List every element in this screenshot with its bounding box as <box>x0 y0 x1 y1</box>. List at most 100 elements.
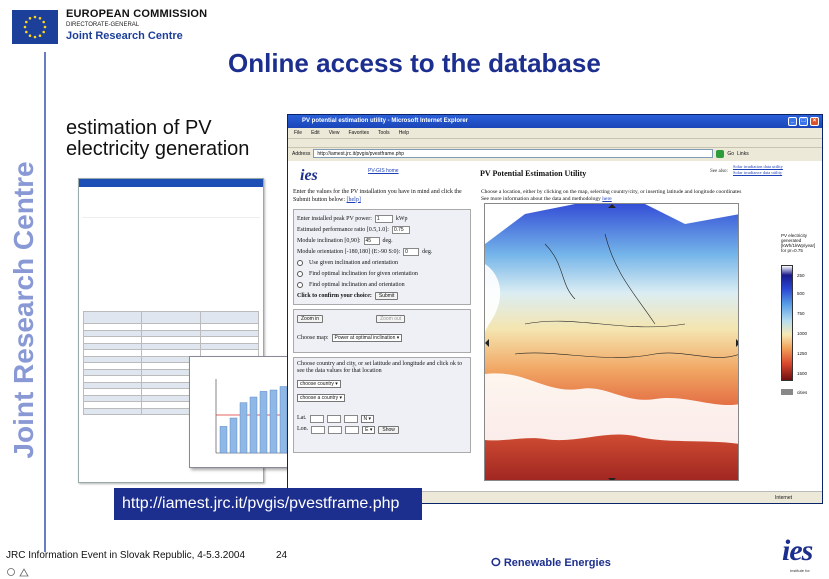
eu-stars-icon <box>23 15 47 39</box>
radio-optimal-inclination[interactable]: Find optimal inclination for given orien… <box>297 268 467 279</box>
map-legend: PV electricity generated [kWh/1kWp/year]… <box>781 233 817 395</box>
chart-bar <box>259 391 268 454</box>
lon-deg-input[interactable] <box>311 425 326 434</box>
address-input[interactable]: http://iamest.jrc.it/pvgis/pvestframe.ph… <box>313 149 714 158</box>
country-select-value: choose country <box>300 380 334 387</box>
links-label[interactable]: Links <box>737 151 749 157</box>
more-info-text: See more information about the data and … <box>481 196 601 202</box>
menu-tools[interactable]: Tools <box>378 128 390 138</box>
nav-circle-icon[interactable] <box>7 568 15 576</box>
city-select[interactable]: choose a country ▾ <box>297 393 345 402</box>
zoom-in-button[interactable]: Zoom in <box>297 314 324 323</box>
radio-icon[interactable] <box>297 281 303 288</box>
url-box: http://iamest.jrc.it/pvgis/pvestframe.ph… <box>114 488 422 520</box>
choose-map-label: Choose map: <box>297 334 329 341</box>
address-label: Address <box>292 150 311 157</box>
europe-pv-map[interactable] <box>484 203 739 481</box>
lon-sec-input[interactable] <box>345 425 360 434</box>
status-zone: Internet <box>775 495 792 501</box>
lat-min-input[interactable] <box>326 414 341 423</box>
country-select[interactable]: choose country ▾ <box>297 379 341 388</box>
footer-ies-logo: ies <box>782 534 813 567</box>
peak-power-input[interactable]: 1 <box>374 214 393 223</box>
zoom-out-button[interactable]: Zoom out <box>376 314 406 323</box>
chart-bar <box>269 389 278 454</box>
radio-optimal-both[interactable]: Find optimal inclination and orientation <box>297 279 467 290</box>
footer-program-text: Renewable Energies <box>503 557 611 569</box>
cities-swatch <box>781 389 793 395</box>
nav-triangle-icon[interactable] <box>19 568 29 577</box>
lat-hemisphere-select[interactable]: N ▾ <box>360 414 375 423</box>
minimize-button[interactable]: _ <box>788 117 797 126</box>
legend-tick: 500 <box>797 291 805 296</box>
slide-nav-icons[interactable] <box>6 567 36 577</box>
caption-line1: estimation of PV <box>66 117 212 139</box>
go-icon[interactable] <box>716 149 725 158</box>
orientation-unit: deg. <box>422 248 433 255</box>
radio-label: Find optimal inclination for given orien… <box>309 270 418 277</box>
close-button[interactable]: × <box>810 117 819 126</box>
radio-use-given[interactable]: Use given inclination and orientation <box>297 257 467 268</box>
caption: estimation of PV electricity generation <box>66 118 249 160</box>
lon-min-input[interactable] <box>328 425 343 434</box>
centre-name: Joint Research Centre <box>66 30 183 42</box>
intro-text: Enter the values for the PV installation… <box>293 189 471 204</box>
chart-bar <box>239 402 248 454</box>
lon-label: Lon. <box>297 426 309 432</box>
browser-title: PV potential estimation utility - Micros… <box>302 118 469 124</box>
browser-titlebar: PV potential estimation utility - Micros… <box>288 115 822 128</box>
chart-bar <box>219 426 228 454</box>
orientation-input[interactable]: 0 <box>403 247 420 256</box>
vertical-brand: Joint Research Centre <box>4 155 44 465</box>
perf-ratio-input[interactable]: 0.75 <box>391 225 410 234</box>
irradiance-link[interactable]: Solar irradiance data utility <box>733 170 783 176</box>
inclination-label: Module inclination [0,90]: <box>297 237 361 244</box>
radio-icon[interactable] <box>297 259 303 266</box>
utility-title: PV Potential Estimation Utility <box>480 169 587 178</box>
footer-program: ⵔ Renewable Energies <box>491 557 611 569</box>
caption-line2: electricity generation <box>66 138 250 160</box>
map-instructions: Choose a location, either by clicking on… <box>481 189 742 195</box>
map-more-info: See more information about the data and … <box>481 196 819 203</box>
location-text: Choose country and city, or set latitude… <box>297 361 463 374</box>
vertical-brand-text: Joint Research Centre <box>8 161 39 459</box>
lon-hemisphere-select[interactable]: E ▾ <box>362 425 376 434</box>
radio-label: Find optimal inclination and orientation <box>309 281 405 288</box>
maximize-button[interactable]: □ <box>799 117 808 126</box>
legend-tick: 750 <box>797 311 805 316</box>
legend-tick: 1000 <box>797 331 808 336</box>
city-select-value: choose a country <box>300 394 339 401</box>
here-link[interactable]: here <box>602 196 611 202</box>
go-button[interactable]: Go <box>727 151 734 157</box>
radio-icon[interactable] <box>297 270 303 277</box>
help-link[interactable]: [help] <box>347 197 361 203</box>
footer-page-number: 24 <box>276 550 288 561</box>
footer-event: JRC Information Event in Slovak Republic… <box>6 550 246 561</box>
intro-sentence: Enter the values for the PV installation… <box>293 189 462 203</box>
zoom-controls: Zoom in Zoom out Choose map: Power at op… <box>293 309 471 353</box>
org-name: EUROPEAN COMMISSION <box>66 8 208 20</box>
menu-favorites[interactable]: Favorites <box>348 128 369 138</box>
pvgis-home-link[interactable]: PV-GIS home <box>368 168 399 174</box>
show-button[interactable]: Show <box>378 425 399 434</box>
lat-label: Lat. <box>297 415 307 421</box>
lat-deg-input[interactable] <box>309 414 324 423</box>
submit-button[interactable]: Submit <box>374 291 399 300</box>
menu-file[interactable]: File <box>294 128 302 138</box>
map-graphic[interactable] <box>485 204 739 481</box>
ies-logo: ies <box>300 167 318 184</box>
thumbnail-text <box>79 187 263 305</box>
map-select[interactable]: Power at optimal inclination ▾ <box>331 333 403 342</box>
confirm-label: Click to confirm your choice: <box>297 292 372 299</box>
directorate-label: DIRECTORATE-GENERAL <box>66 22 140 28</box>
legend-tick: 1250 <box>797 351 808 356</box>
map-panel: Choose a location, either by clicking on… <box>481 189 819 485</box>
legend-color-bar <box>781 265 793 381</box>
browser-toolbar <box>288 138 822 148</box>
menu-help[interactable]: Help <box>399 128 409 138</box>
menu-edit[interactable]: Edit <box>311 128 320 138</box>
inclination-input[interactable]: 45 <box>363 236 380 245</box>
menu-view[interactable]: View <box>329 128 340 138</box>
lat-sec-input[interactable] <box>343 414 358 423</box>
cities-label: cities <box>797 390 808 395</box>
